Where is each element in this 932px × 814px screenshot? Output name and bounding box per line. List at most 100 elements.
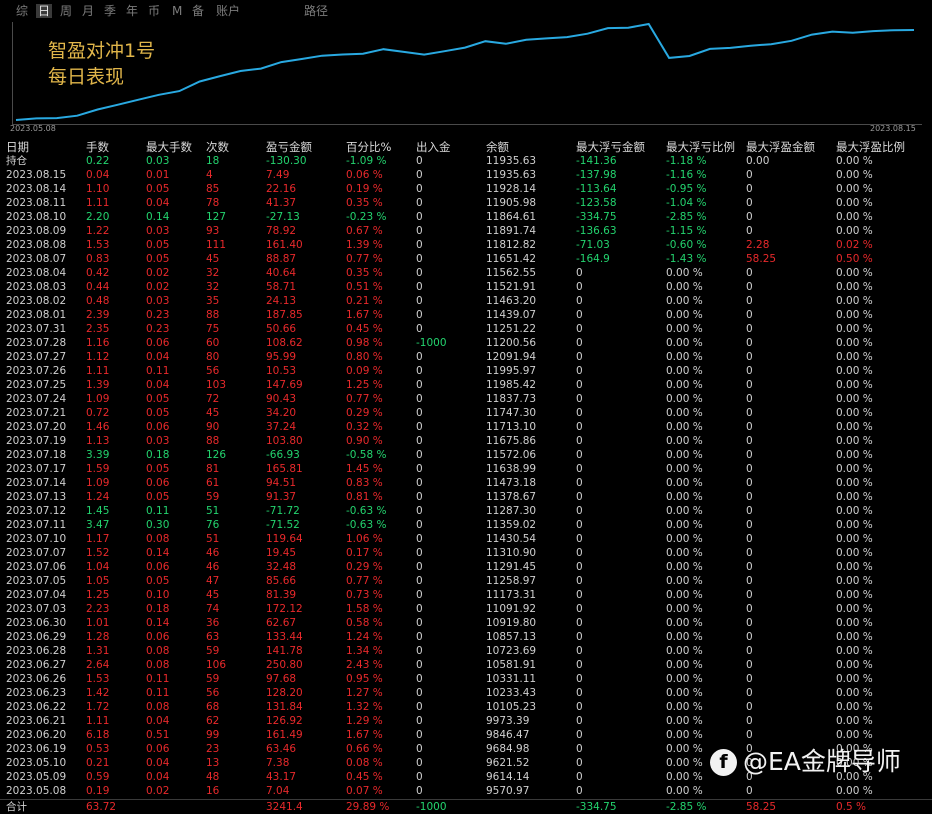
tab-monthly[interactable]: 月	[82, 4, 94, 18]
table-row[interactable]: 2023.08.14 1.10 0.05 85 22.16 0.19 % 0 11928.14…	[0, 182, 932, 196]
cell-date: 2023.06.29	[6, 631, 67, 643]
header-date[interactable]: 日期	[6, 139, 29, 155]
tab-weekly[interactable]: 周	[60, 4, 72, 18]
table-row[interactable]: 2023.08.11 1.11 0.04 78 41.37 0.35 % 0 11905.98…	[0, 196, 932, 210]
tab-notes[interactable]: 备	[192, 4, 204, 18]
tab-daily[interactable]: 日	[36, 4, 53, 18]
table-row[interactable]: 2023.07.05 1.05 0.05 47 85.66 0.77 % 0 11258.97…	[0, 574, 932, 588]
header-pnl[interactable]: 盈亏金额	[266, 139, 312, 155]
table-row[interactable]: 2023.06.26 1.53 0.11 59 97.68 0.95 % 0 10331.11…	[0, 672, 932, 686]
tab-summary[interactable]: 综	[16, 4, 28, 18]
header-max-float-profit[interactable]: 最大浮盈金额	[746, 139, 815, 155]
cell-balance: 11463.20	[486, 295, 537, 307]
cell-max-float-profit: 0	[746, 701, 753, 713]
table-row[interactable]: 2023.06.29 1.28 0.06 63 133.44 1.24 % 0 10857.1…	[0, 630, 932, 644]
table-row[interactable]: 2023.07.26 1.11 0.11 56 10.53 0.09 % 0 11995.97…	[0, 364, 932, 378]
table-row[interactable]: 2023.08.07 0.83 0.05 45 88.87 0.77 % 0 11651.42…	[0, 252, 932, 266]
tab-account[interactable]: 账户	[216, 4, 240, 18]
cell-count: 32	[206, 281, 220, 293]
table-row[interactable]: 2023.08.15 0.04 0.01 4 7.49 0.06 % 0 11935.63 -1…	[0, 168, 932, 182]
table-row[interactable]: 2023.07.04 1.25 0.10 45 81.39 0.73 % 0 11173.31…	[0, 588, 932, 602]
cell-balance: 11572.06	[486, 449, 537, 461]
cell-max-float-loss: 0	[576, 309, 583, 321]
table-row[interactable]: 2023.08.04 0.42 0.02 32 40.64 0.35 % 0 11562.55…	[0, 266, 932, 280]
header-lots[interactable]: 手数	[86, 139, 109, 155]
table-row[interactable]: 2023.06.28 1.31 0.08 59 141.78 1.34 % 0 10723.6…	[0, 644, 932, 658]
cell-max-float-profit-pct: 0.00 %	[836, 211, 873, 223]
table-row[interactable]: 2023.07.12 1.45 0.11 51 -71.72 -0.63 % 0 11287.…	[0, 504, 932, 518]
cell-balance: 11928.14	[486, 183, 537, 195]
table-row[interactable]: 2023.07.25 1.39 0.04 103 147.69 1.25 % 0 11985.…	[0, 378, 932, 392]
header-max-float-loss[interactable]: 最大浮亏金额	[576, 139, 645, 155]
header-count[interactable]: 次数	[206, 139, 229, 155]
table-row[interactable]: 2023.07.28 1.16 0.06 60 108.62 0.98 % -1000 112…	[0, 336, 932, 350]
header-deposit-withdrawal[interactable]: 出入金	[416, 139, 451, 155]
header-max-float-profit-pct[interactable]: 最大浮盈比例	[836, 139, 905, 155]
table-row[interactable]: 2023.08.09 1.22 0.03 93 78.92 0.67 % 0 11891.74…	[0, 224, 932, 238]
table-row[interactable]: 2023.07.31 2.35 0.23 75 50.66 0.45 % 0 11251.22…	[0, 322, 932, 336]
tab-path[interactable]: 路径	[304, 4, 328, 18]
table-row[interactable]: 2023.07.07 1.52 0.14 46 19.45 0.17 % 0 11310.90…	[0, 546, 932, 560]
table-row[interactable]: 2023.08.03 0.44 0.02 32 58.71 0.51 % 0 11521.91…	[0, 280, 932, 294]
cell-max-lots: 0.11	[146, 687, 170, 699]
cell-max-float-profit: 0	[746, 267, 753, 279]
table-row[interactable]: 2023.08.01 2.39 0.23 88 187.85 1.67 % 0 11439.0…	[0, 308, 932, 322]
cell-lots: 0.72	[86, 407, 110, 419]
cell-percent: 0.19 %	[346, 183, 383, 195]
tab-m[interactable]: M	[172, 4, 182, 18]
table-row[interactable]: 2023.08.08 1.53 0.05 111 161.40 1.39 % 0 11812.…	[0, 238, 932, 252]
header-max-lots[interactable]: 最大手数	[146, 139, 192, 155]
table-row[interactable]: 2023.08.02 0.48 0.03 35 24.13 0.21 % 0 11463.20…	[0, 294, 932, 308]
table-row[interactable]: 2023.07.06 1.04 0.06 46 32.48 0.29 % 0 11291.45…	[0, 560, 932, 574]
table-row[interactable]: 2023.06.21 1.11 0.04 62 126.92 1.29 % 0 9973.39…	[0, 714, 932, 728]
table-row[interactable]: 2023.06.23 1.42 0.11 56 128.20 1.27 % 0 10233.4…	[0, 686, 932, 700]
table-row[interactable]: 2023.07.27 1.12 0.04 80 95.99 0.80 % 0 12091.94…	[0, 350, 932, 364]
cell-max-lots: 0.05	[146, 393, 170, 405]
table-row[interactable]: 2023.07.14 1.09 0.06 61 94.51 0.83 % 0 11473.18…	[0, 476, 932, 490]
cell-date: 2023.08.11	[6, 197, 67, 209]
cell-max-float-loss: 0	[576, 435, 583, 447]
header-percent[interactable]: 百分比%	[346, 139, 391, 155]
cell-balance: 10105.23	[486, 701, 537, 713]
table-row[interactable]: 2023.06.27 2.64 0.08 106 250.80 2.43 % 0 10581.…	[0, 658, 932, 672]
table-row[interactable]: 2023.07.03 2.23 0.18 74 172.12 1.58 % 0 11091.9…	[0, 602, 932, 616]
cell-count: 74	[206, 603, 220, 615]
cell-max-float-loss: 0	[576, 533, 583, 545]
table-row[interactable]: 2023.07.17 1.59 0.05 81 165.81 1.45 % 0 11638.9…	[0, 462, 932, 476]
header-balance[interactable]: 余额	[486, 139, 509, 155]
cell-max-float-profit: 0	[746, 225, 753, 237]
tab-quarterly[interactable]: 季	[104, 4, 116, 18]
table-row[interactable]: 2023.07.11 3.47 0.30 76 -71.52 -0.63 % 0 11359.…	[0, 518, 932, 532]
cell-pnl: 43.17	[266, 771, 297, 783]
table-row[interactable]: 持仓 0.22 0.03 18 -130.30 -1.09 % 0 11935.63 -141.…	[0, 154, 932, 168]
tab-currency[interactable]: 币	[148, 4, 160, 18]
cell-max-float-loss: 0	[576, 673, 583, 685]
cell-date: 2023.06.20	[6, 729, 67, 741]
table-row[interactable]: 2023.07.13 1.24 0.05 59 91.37 0.81 % 0 11378.67…	[0, 490, 932, 504]
table-row[interactable]: 2023.07.10 1.17 0.08 51 119.64 1.06 % 0 11430.5…	[0, 532, 932, 546]
cell-date: 2023.08.04	[6, 267, 67, 279]
table-row[interactable]: 2023.07.20 1.46 0.06 90 37.24 0.32 % 0 11713.10…	[0, 420, 932, 434]
table-row[interactable]: 2023.07.18 3.39 0.18 126 -66.93 -0.58 % 0 11572…	[0, 448, 932, 462]
cell-pnl: 19.45	[266, 547, 297, 559]
table-row[interactable]: 2023.06.22 1.72 0.08 68 131.84 1.32 % 0 10105.2…	[0, 700, 932, 714]
cell-max-float-loss: -164.9	[576, 253, 610, 265]
tab-yearly[interactable]: 年	[126, 4, 138, 18]
cell-pnl: 10.53	[266, 365, 297, 377]
cell-max-float-profit-pct: 0.00 %	[836, 589, 873, 601]
cell-balance: 11173.31	[486, 589, 537, 601]
table-row[interactable]: 2023.05.08 0.19 0.02 16 7.04 0.07 % 0 9570.97 0 0…	[0, 784, 932, 798]
table-row[interactable]: 2023.06.20 6.18 0.51 99 161.49 1.67 % 0 9846.47…	[0, 728, 932, 742]
cell-max-float-profit-pct: 0.00 %	[836, 505, 873, 517]
cell-deposit-withdrawal: 0	[416, 183, 423, 195]
cell-date: 2023.08.02	[6, 295, 67, 307]
table-row[interactable]: 2023.07.24 1.09 0.05 72 90.43 0.77 % 0 11837.73…	[0, 392, 932, 406]
header-max-float-loss-pct[interactable]: 最大浮亏比例	[666, 139, 735, 155]
cell-pnl: 50.66	[266, 323, 297, 335]
table-row[interactable]: 2023.06.30 1.01 0.14 36 62.67 0.58 % 0 10919.80…	[0, 616, 932, 630]
cell-count: 32	[206, 267, 220, 279]
table-row[interactable]: 2023.08.10 2.20 0.14 127 -27.13 -0.23 % 0 11864…	[0, 210, 932, 224]
table-row[interactable]: 2023.07.19 1.13 0.03 88 103.80 0.90 % 0 11675.8…	[0, 434, 932, 448]
cell-max-float-profit: 0	[746, 617, 753, 629]
table-row[interactable]: 2023.07.21 0.72 0.05 45 34.20 0.29 % 0 11747.30…	[0, 406, 932, 420]
